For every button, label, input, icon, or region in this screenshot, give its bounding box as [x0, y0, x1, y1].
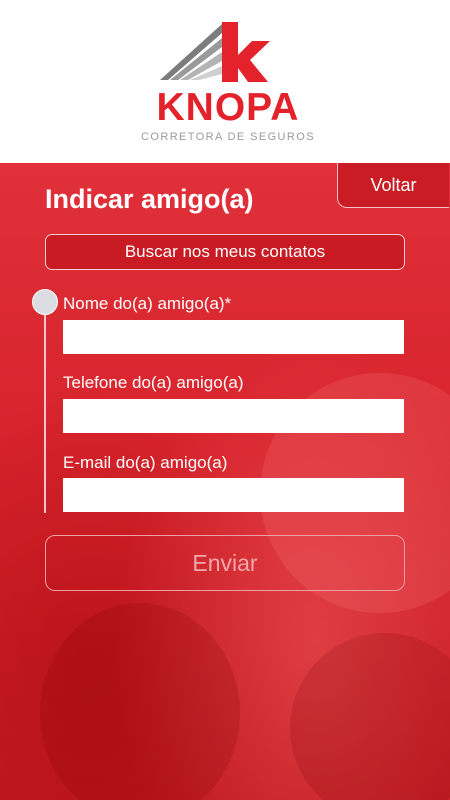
form-progress-line — [44, 311, 46, 513]
main-panel: Indicar amigo(a) Voltar Buscar nos meus … — [0, 163, 450, 800]
send-button[interactable]: Enviar — [45, 535, 405, 591]
friend-email-input[interactable] — [63, 478, 404, 512]
page-title: Indicar amigo(a) — [45, 184, 254, 214]
friend-name-label: Nome do(a) amigo(a)* — [63, 294, 232, 313]
friend-phone-label: Telefone do(a) amigo(a) — [63, 373, 244, 392]
brand-name: KNOPA — [156, 86, 300, 129]
background-blur — [40, 603, 240, 800]
background-blur — [290, 633, 450, 800]
logo-graphic — [160, 22, 270, 82]
search-contacts-button[interactable]: Buscar nos meus contatos — [45, 234, 405, 270]
header: KNOPA CORRETORA DE SEGUROS — [0, 0, 450, 163]
friend-phone-input[interactable] — [63, 399, 404, 433]
form-progress-dot — [32, 289, 58, 315]
friend-email-label: E-mail do(a) amigo(a) — [63, 453, 228, 472]
brand-tagline: CORRETORA DE SEGUROS — [141, 131, 315, 143]
back-button[interactable]: Voltar — [337, 163, 449, 208]
friend-name-input[interactable] — [63, 320, 404, 354]
